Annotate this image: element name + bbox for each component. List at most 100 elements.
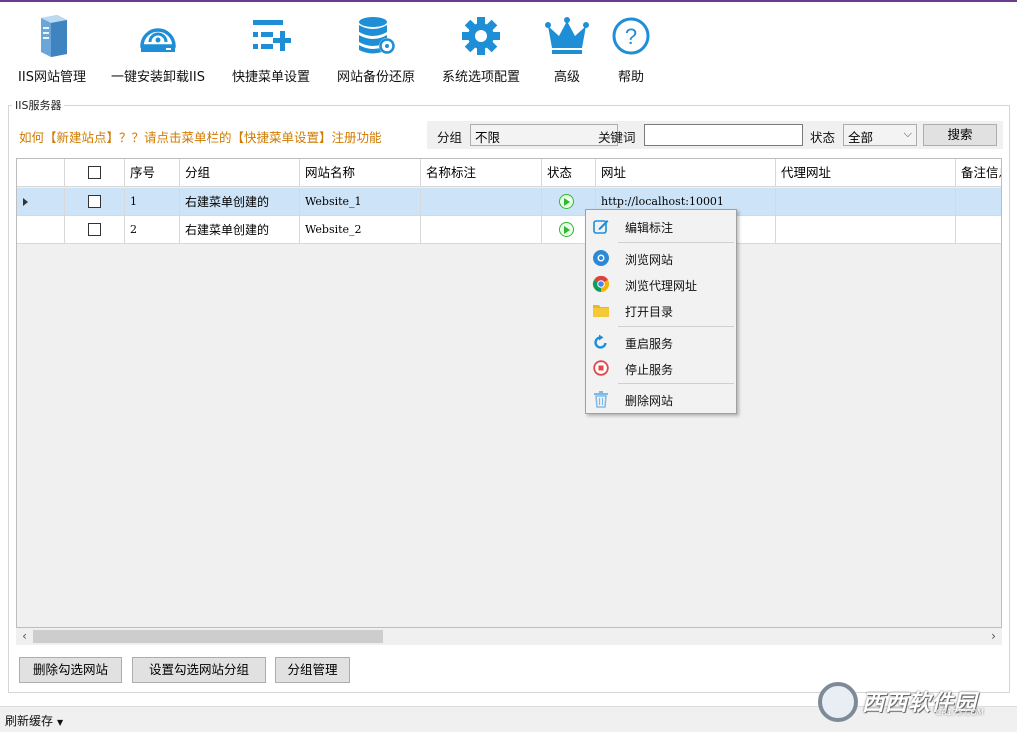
watermark-subtext: CR173.COM [936,708,984,717]
toolbar-label: 帮助 [617,70,644,85]
group-filter-select[interactable]: 不限 ⌵ [470,124,618,146]
toolbar-help[interactable]: ? 帮助 [608,6,654,85]
menu-item-label: 打开目录 [625,305,674,319]
menu-item-restart-service[interactable]: 重启服务 [588,329,734,355]
row-context-menu: 编辑标注 浏览网站 浏览代理网址 打开目录 重启服务 停止服务 删除网站 [585,209,737,414]
scrollbar-thumb[interactable] [33,630,383,643]
toolbar-install-iis[interactable]: 一键安装卸载IIS [106,6,210,85]
column-header[interactable]: 状态 [542,159,596,187]
running-status-icon [559,194,574,209]
proxy-url-cell[interactable] [776,188,956,216]
remark-cell[interactable] [956,188,1001,216]
row-checkbox-cell[interactable] [65,216,125,244]
column-header[interactable]: 序号 [125,159,180,187]
set-selected-group-button[interactable]: 设置勾选网站分组 [132,657,266,683]
column-header[interactable]: 备注信息 [956,159,1001,187]
column-header[interactable]: 网站名称 [300,159,421,187]
site-name-cell[interactable]: Website_2 [300,216,421,244]
toolbar-advanced[interactable]: 高级 [542,6,592,85]
refresh-cache-dropdown[interactable]: 刷新缓存 ▼ [5,712,63,729]
running-status-icon [559,222,574,237]
folder-icon [592,301,610,319]
menu-item-delete-site[interactable]: 删除网站 [588,386,734,412]
column-header[interactable]: 名称标注 [421,159,542,187]
group-cell[interactable]: 右建菜单创建的 [180,188,300,216]
delete-selected-sites-button[interactable]: 删除勾选网站 [19,657,122,683]
browser-icon [592,249,610,267]
groupbox-title: IIS服务器 [12,97,65,113]
note-cell[interactable] [421,188,542,216]
proxy-url-cell[interactable] [776,216,956,244]
toolbar-label: 系统选项配置 [441,70,520,85]
chevron-down-icon: ⌵ [903,127,912,140]
select-all-checkbox[interactable] [87,165,101,179]
menu-separator [618,242,734,243]
menu-item-open-directory[interactable]: 打开目录 [588,297,734,323]
menu-item-label: 编辑标注 [625,221,674,235]
menu-item-edit-note[interactable]: 编辑标注 [588,213,734,239]
trash-icon [592,390,610,408]
column-header[interactable]: 分组 [180,159,300,187]
status-filter-value: 全部 [848,130,874,145]
table-row[interactable]: 2 右建菜单创建的 Website_2 [17,216,1001,244]
menu-item-label: 删除网站 [625,394,674,408]
menu-item-label: 浏览代理网址 [625,279,698,293]
row-checkbox-cell[interactable] [65,188,125,216]
site-name-cell[interactable]: Website_1 [300,188,421,216]
menu-add-icon [249,14,293,58]
scroll-right-icon[interactable]: › [985,628,1002,645]
group-manage-button[interactable]: 分组管理 [275,657,350,683]
note-cell[interactable] [421,216,542,244]
menu-item-label: 停止服务 [625,363,674,377]
table-row[interactable]: 1 右建菜单创建的 Website_1 http://localhost:100… [17,188,1001,216]
row-checkbox[interactable] [87,222,101,236]
refresh-cache-label: 刷新缓存 [5,714,54,728]
filter-bar: 分组 不限 ⌵ 关键词 状态 全部 ⌵ 搜索 [427,121,1003,149]
search-button[interactable]: 搜索 [923,124,997,146]
column-header[interactable]: 代理网址 [776,159,956,187]
toolbar-iis-manage[interactable]: IIS网站管理 [14,6,90,85]
index-cell[interactable]: 1 [125,188,180,216]
chrome-icon [592,275,610,293]
menu-item-browse-proxy[interactable]: 浏览代理网址 [588,271,734,297]
group-filter-value: 不限 [475,130,501,145]
database-icon [354,14,398,58]
menu-item-stop-service[interactable]: 停止服务 [588,355,734,381]
index-cell[interactable]: 2 [125,216,180,244]
crown-icon [545,14,589,58]
stop-icon [592,359,610,377]
menu-separator [618,383,734,384]
grid-header-row: 序号 分组 网站名称 名称标注 状态 网址 代理网址 备注信息 [17,159,1001,187]
watermark-logo: 西西软件园 CR173.COM [818,680,998,724]
row-checkbox[interactable] [87,194,101,208]
keyword-input[interactable] [644,124,803,146]
status-filter-select[interactable]: 全部 ⌵ [843,124,917,146]
scroll-left-icon[interactable]: ‹ [16,628,33,645]
row-header[interactable] [17,216,65,244]
group-cell[interactable]: 右建菜单创建的 [180,216,300,244]
keyword-label: 关键词 [598,130,636,145]
edit-icon [592,217,610,235]
toolbar-label: 网站备份还原 [336,70,415,85]
toolbar-label: 高级 [553,70,580,85]
remark-cell[interactable] [956,216,1001,244]
grid-horizontal-scrollbar[interactable]: ‹ › [16,628,1002,645]
toolbar-quick-menu[interactable]: 快捷菜单设置 [228,6,314,85]
website-grid: 序号 分组 网站名称 名称标注 状态 网址 代理网址 备注信息 1 右建菜单创建… [16,158,1002,628]
menu-item-label: 浏览网站 [625,253,674,267]
server-icon [30,14,74,58]
help-icon: ? [609,14,653,58]
current-row-indicator-icon [23,198,28,206]
toolbar-label: 快捷菜单设置 [231,70,310,85]
main-toolbar: IIS网站管理 一键安装卸载IIS 快捷菜单设置 网站备份还原 系统选项配置 高… [0,6,1017,88]
select-all-cell[interactable] [65,159,125,187]
toolbar-backup-restore[interactable]: 网站备份还原 [332,6,420,85]
menu-item-browse-site[interactable]: 浏览网站 [588,245,734,271]
toolbar-system-options[interactable]: 系统选项配置 [438,6,524,85]
toolbar-label: IIS网站管理 [18,70,86,85]
row-header[interactable] [17,188,65,216]
column-header[interactable]: 网址 [596,159,776,187]
row-header-corner [17,159,65,187]
window-top-border [0,0,1017,2]
gear-icon [459,14,503,58]
